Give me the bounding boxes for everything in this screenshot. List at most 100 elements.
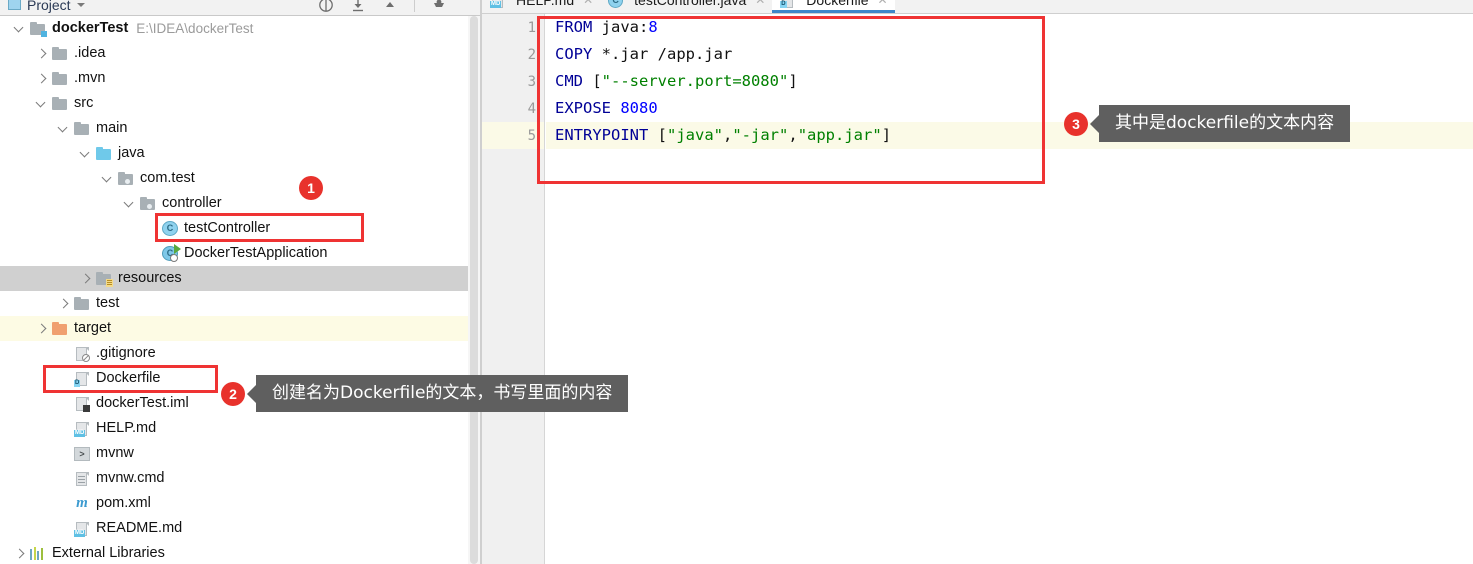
code-line[interactable]: COPY *.jar /app.jar: [546, 41, 1473, 68]
code-token: ]: [788, 72, 798, 90]
code-line[interactable]: CMD ["--server.port=8080"]: [546, 68, 1473, 95]
chevron-down-icon[interactable]: [80, 148, 91, 159]
editor-gutter[interactable]: 12345: [482, 14, 545, 564]
tree-node-label: src: [74, 95, 94, 112]
package-icon: [140, 196, 156, 212]
screenshot-root: Project dockerTest E:\IDEA\dockerTest .i…: [0, 0, 1473, 564]
code-token: [: [648, 126, 667, 144]
folder-icon: [52, 96, 68, 112]
chevron-down-icon[interactable]: [58, 123, 69, 134]
scroll-up-icon[interactable]: [382, 0, 398, 13]
close-icon[interactable]: ✕: [878, 0, 888, 7]
tree-node-label: resources: [118, 270, 182, 287]
source-root-folder-icon: [96, 146, 112, 162]
tree-node-label: DockerTestApplication: [184, 245, 328, 262]
dockerfile-icon: D: [780, 0, 795, 8]
tree-node-com-test[interactable]: com.test: [0, 166, 481, 191]
tree-node-java[interactable]: java: [0, 141, 481, 166]
code-token: ENTRYPOINT: [555, 126, 649, 144]
close-icon[interactable]: ✕: [755, 0, 765, 7]
annotation-badge-3: 3: [1064, 112, 1088, 136]
folder-icon: [52, 71, 68, 87]
tree-node-dockertest[interactable]: dockerTest E:\IDEA\dockerTest: [0, 16, 481, 41]
gutter-line-number[interactable]: 5: [482, 122, 544, 149]
code-token: ]: [881, 126, 892, 144]
tree-node-label: .idea: [74, 45, 106, 62]
toolbar-divider: [414, 0, 415, 12]
chevron-down-icon[interactable]: [36, 98, 47, 109]
tree-node-label: HELP.md: [96, 420, 157, 437]
settings-gear-icon[interactable]: [431, 0, 447, 13]
project-toolbar: Project: [0, 0, 481, 16]
chevron-down-icon[interactable]: [14, 23, 25, 34]
code-content[interactable]: FROM java:8 COPY *.jar /app.jar CMD ["--se…: [546, 14, 1473, 564]
code-token: CMD: [555, 72, 583, 90]
chevron-right-icon[interactable]: [58, 298, 69, 309]
editor-tab-testcontroller-java[interactable]: CtestController.java ✕: [600, 0, 772, 13]
tree-node-label: testController: [184, 220, 271, 237]
tree-node-mvnw[interactable]: > mvnw: [0, 441, 481, 466]
code-token: EXPOSE: [555, 99, 611, 117]
shell-script-icon: >: [74, 446, 90, 461]
gitignore-file-icon: [74, 346, 90, 362]
tree-node-label: com.test: [140, 170, 195, 187]
tree-node-help-md[interactable]: MD HELP.md: [0, 416, 481, 441]
tree-node-mvn[interactable]: .mvn: [0, 66, 481, 91]
java-class-icon: C: [608, 0, 624, 8]
tree-node-dockertestapplication[interactable]: C DockerTestApplication: [0, 241, 481, 266]
chevron-right-icon[interactable]: [36, 48, 47, 59]
tree-node-label: External Libraries: [52, 545, 165, 562]
code-token: ,: [788, 126, 798, 144]
project-tree[interactable]: dockerTest E:\IDEA\dockerTest .idea .mvn src…: [0, 16, 481, 564]
gutter-line-number[interactable]: 1: [482, 14, 544, 41]
tree-node-pom-xml[interactable]: m pom.xml: [0, 491, 481, 516]
tree-node-main[interactable]: main: [0, 116, 481, 141]
tree-node-external-libraries[interactable]: External Libraries: [0, 541, 481, 564]
chevron-right-icon[interactable]: [36, 323, 47, 334]
code-token: "-jar": [732, 126, 789, 144]
chevron-down-icon[interactable]: [76, 2, 85, 7]
editor-tab-dockerfile[interactable]: D Dockerfile ✕: [772, 0, 895, 13]
project-title: Project: [27, 0, 71, 13]
collapse-all-icon[interactable]: [318, 0, 334, 13]
tree-node-gitignore[interactable]: .gitignore: [0, 341, 481, 366]
tree-node-src[interactable]: src: [0, 91, 481, 116]
expand-all-icon[interactable]: [350, 0, 366, 13]
editor-area: MD HELP.md ✕ CtestController.java ✕ D Dockerfi…: [482, 0, 1473, 564]
tree-node-resources[interactable]: resources: [0, 266, 481, 291]
gutter-line-number[interactable]: 3: [482, 68, 544, 95]
scrollbar-thumb[interactable]: [470, 16, 478, 564]
chevron-right-icon[interactable]: [14, 548, 25, 559]
close-icon[interactable]: ✕: [583, 0, 593, 7]
chevron-down-icon[interactable]: [102, 173, 113, 184]
tree-node-label: .mvn: [74, 70, 106, 87]
code-line[interactable]: FROM java:8: [546, 14, 1473, 41]
gutter-line-number[interactable]: 2: [482, 41, 544, 68]
tree-node-controller[interactable]: controller: [0, 191, 481, 216]
tree-node-test[interactable]: test: [0, 291, 481, 316]
module-folder-icon: [30, 21, 47, 37]
project-tree-scrollbar[interactable]: [468, 16, 480, 564]
tree-node-readme-md[interactable]: MD README.md: [0, 516, 481, 541]
folder-icon: [52, 46, 68, 62]
tree-node-testcontroller[interactable]: CtestController: [0, 216, 481, 241]
tree-node-label: controller: [162, 195, 222, 212]
tree-node-idea[interactable]: .idea: [0, 41, 481, 66]
chevron-down-icon[interactable]: [124, 198, 135, 209]
chevron-right-icon[interactable]: [36, 73, 47, 84]
gutter-line-number[interactable]: 4: [482, 95, 544, 122]
editor-tab-help-md[interactable]: MD HELP.md ✕: [482, 0, 600, 13]
chevron-right-icon[interactable]: [80, 273, 91, 284]
tree-node-mvnw-cmd[interactable]: mvnw.cmd: [0, 466, 481, 491]
code-token: 8080: [620, 99, 658, 117]
maven-file-icon: m: [76, 495, 88, 511]
excluded-folder-icon: [52, 321, 68, 337]
tree-node-target[interactable]: target: [0, 316, 481, 341]
tree-node-label: dockerTest.iml: [96, 395, 189, 412]
